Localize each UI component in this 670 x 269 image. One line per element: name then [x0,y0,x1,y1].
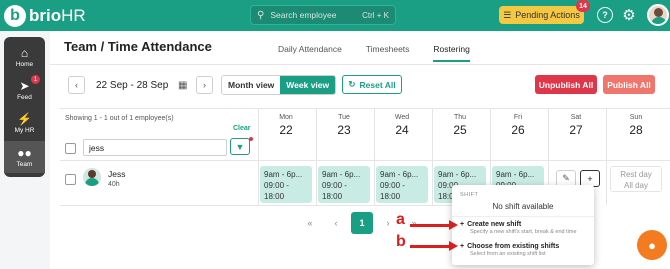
day-header-sun: Sun 28 [629,114,643,137]
help-icon[interactable]: ? [597,7,613,23]
page-title: Team / Time Attendance [64,39,212,54]
sidebar-item-feed[interactable]: ➤ Feed 1 [4,74,45,106]
list-icon: ☰ [503,9,512,20]
brio-hr-logo[interactable]: b brioHR [4,2,86,29]
select-all-checkbox[interactable] [65,143,76,154]
month-view-button[interactable]: Month view [222,76,281,94]
logo-mark: b [4,4,26,27]
next-week-button[interactable]: › [196,76,213,94]
header-divider [50,64,670,65]
tab-bar: Daily Attendance Timesheets Rostering [278,44,494,62]
rest-day-cell[interactable]: Rest day All day [610,166,662,192]
pencil-icon: ✎ [562,173,570,183]
shift-cell-wed[interactable]: 9am - 6p... 09:00 -18:00 [376,166,428,203]
create-new-shift-option[interactable]: + Create new shift Specify a new shift's … [460,221,577,235]
shift-cell-mon[interactable]: 9am - 6p... 09:00 -18:00 [260,166,312,203]
employee-filter-input[interactable]: jess [83,139,227,156]
plus-icon: + [460,221,465,228]
pending-actions-button[interactable]: ☰ Pending Actions 14 [499,0,590,24]
search-icon: ⚲ [257,9,265,21]
day-header-thu: Thu 25 [453,114,467,137]
add-shift-popup: SHIFT No shift available + Create new shi… [452,185,594,265]
sidebar-item-myhr[interactable]: ⚡ My HR [4,107,45,139]
first-page-button[interactable]: « [300,212,320,234]
employee-hours: 40h [108,181,120,188]
popup-divider [452,216,594,217]
reset-all-button[interactable]: ↻ Reset All [342,75,402,94]
user-icon: ● [648,237,656,253]
prev-week-button[interactable]: ‹ [68,76,85,94]
filter-icon[interactable]: ▼ [230,138,250,155]
home-icon: ⌂ [20,46,29,60]
sidebar: ⌂ Home ➤ Feed 1 ⚡ My HR ●● Team [4,37,45,177]
megaphone-icon: ➤ [19,79,30,93]
day-header-wed: Wed 24 [394,114,410,137]
day-header-fri: Fri 26 [511,114,525,137]
employee-name[interactable]: Jess [108,169,125,179]
next-page-button[interactable]: › [378,212,398,234]
row-divider [60,205,452,206]
filter-active-dot [249,137,253,141]
team-icon: ●● [17,146,32,160]
feed-badge: 1 [31,75,40,84]
search-placeholder: Search employee [270,10,337,20]
date-range: 22 Sep - 28 Sep [96,80,169,91]
view-toggle: Month view Week view [221,75,337,95]
popup-header: SHIFT [460,192,479,198]
tab-daily-attendance[interactable]: Daily Attendance [278,44,342,62]
pending-actions-label: Pending Actions [515,10,580,20]
unpublish-all-button[interactable]: Unpublish All [535,75,597,94]
plus-icon: + [460,243,465,250]
pending-count-badge: 14 [576,0,590,12]
last-page-button[interactable]: » [404,212,424,234]
search-shortcut: Ctrl + K [362,10,389,20]
tab-rostering[interactable]: Rostering [433,44,470,62]
tab-timesheets[interactable]: Timesheets [366,44,410,62]
annotation-arrowhead-a [449,220,458,230]
shift-cell-tue[interactable]: 9am - 6p... 09:00 -18:00 [318,166,370,203]
annotation-arrowhead-b [449,241,458,251]
publish-all-button[interactable]: Publish All [603,75,655,94]
calendar-icon[interactable]: ▦ [178,80,187,91]
annotation-a: a [396,211,405,228]
choose-existing-shift-option[interactable]: + Choose from existing shifts Select from… [460,243,559,257]
prev-page-button[interactable]: ‹ [326,212,346,234]
showing-count: Showing 1 - 1 out of 1 employee(s) [65,115,174,122]
sidebar-item-home[interactable]: ⌂ Home [4,41,45,73]
chat-fab-button[interactable]: ● [637,230,667,260]
lightning-icon: ⚡ [17,112,32,126]
annotation-b: b [396,233,406,250]
gear-icon[interactable]: ⚙ [621,7,637,24]
no-shift-text: No shift available [492,202,554,211]
row-checkbox[interactable] [65,174,76,185]
sidebar-item-team[interactable]: ●● Team [4,141,45,173]
day-header-sat: Sat 27 [569,114,583,137]
logo-text: brioHR [29,5,86,25]
refresh-icon: ↻ [348,79,356,89]
employee-avatar [83,168,101,186]
user-avatar[interactable] [647,4,669,26]
week-view-button[interactable]: Week view [280,76,336,94]
row-divider [60,160,670,161]
day-header-tue: Tue 23 [337,114,351,137]
plus-icon: + [587,173,593,184]
day-header-mon: Mon 22 [279,114,293,137]
page-1-button[interactable]: 1 [351,212,373,234]
clear-filter-link[interactable]: Clear [233,125,251,132]
annotation-arrow-a [410,224,452,227]
annotation-arrow-b [410,245,452,248]
search-input[interactable]: ⚲ Search employee Ctrl + K [250,5,396,25]
